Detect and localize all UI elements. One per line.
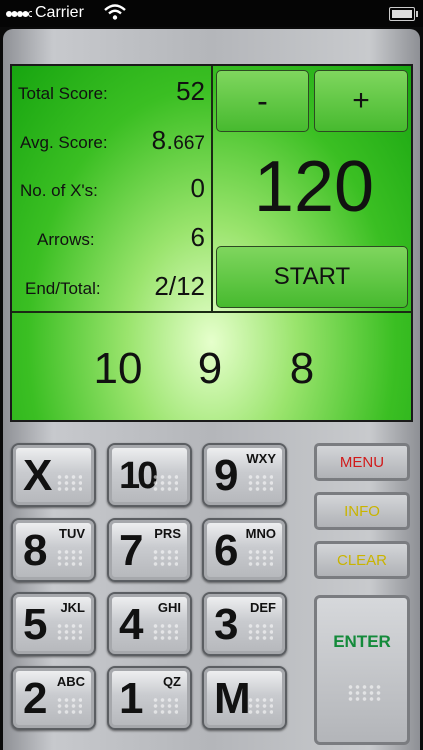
timer-value: 120 <box>253 147 375 227</box>
braille-dots-icon <box>56 697 82 715</box>
timer-decrease-button[interactable]: - <box>216 70 309 132</box>
end-total-value: 2/12 <box>154 271 205 301</box>
key-2-letters: ABC <box>56 674 85 689</box>
carrier-name: Carrier <box>35 4 84 21</box>
key-4[interactable]: 4 GHI <box>107 592 192 656</box>
braille-dots-icon <box>56 623 82 641</box>
arrow-score-2: 9 <box>197 344 223 393</box>
braille-dots-icon <box>152 623 178 641</box>
key-9-label: 9 <box>214 451 239 500</box>
key-3-label: 3 <box>214 600 239 649</box>
menu-button[interactable]: MENU <box>314 443 410 481</box>
key-1[interactable]: 1 QZ <box>107 666 192 730</box>
arrows-value: 6 <box>190 222 205 252</box>
key-6-letters: MNO <box>245 526 276 541</box>
end-total-label: End/Total: <box>25 279 101 298</box>
arrow-score-3: 8 <box>289 344 315 393</box>
key-3[interactable]: 3 DEF <box>202 592 287 656</box>
braille-dots-icon <box>347 684 383 702</box>
braille-dots-icon <box>247 697 273 715</box>
wifi-icon <box>104 4 126 20</box>
key-m-label: M <box>214 674 251 723</box>
display-divider-vertical <box>211 66 213 312</box>
key-3-letters: DEF <box>250 600 276 615</box>
braille-dots-icon <box>247 474 273 492</box>
braille-dots-icon <box>56 549 82 567</box>
key-2-label: 2 <box>23 674 48 723</box>
menu-button-label: MENU <box>339 453 385 471</box>
braille-dots-icon <box>56 474 82 492</box>
start-button[interactable]: START <box>216 246 408 308</box>
key-9[interactable]: 9 WXY <box>202 443 287 507</box>
score-display: Total Score: 52 Avg. Score: 8.667 No. of… <box>10 64 413 422</box>
battery-icon <box>389 7 418 21</box>
key-7-letters: PRS <box>154 526 181 541</box>
braille-dots-icon <box>152 474 178 492</box>
key-10-label: 10 <box>119 455 158 497</box>
key-6-label: 6 <box>214 526 239 575</box>
braille-dots-icon <box>152 549 178 567</box>
key-10[interactable]: 10 <box>107 443 192 507</box>
enter-button[interactable]: ENTER <box>314 595 410 745</box>
braille-dots-icon <box>247 549 273 567</box>
x-count-value: 0 <box>190 173 205 203</box>
key-5-label: 5 <box>23 600 48 649</box>
info-button-label: INFO <box>344 502 380 520</box>
key-4-letters: GHI <box>157 600 181 615</box>
key-9-letters: WXY <box>246 451 276 466</box>
arrows-label: Arrows: <box>37 230 95 249</box>
key-m[interactable]: M <box>202 666 287 730</box>
signal-strength-icon <box>6 11 32 17</box>
key-5[interactable]: 5 JKL <box>11 592 96 656</box>
key-1-label: 1 <box>119 674 144 723</box>
key-5-letters: JKL <box>60 600 85 615</box>
key-8-letters: TUV <box>59 526 85 541</box>
avg-score-label: Avg. Score: <box>20 133 108 152</box>
key-8-label: 8 <box>23 526 48 575</box>
enter-button-label: ENTER <box>333 632 391 651</box>
x-count-label: No. of X's: <box>20 181 98 200</box>
avg-score-value: 8.667 <box>151 125 205 155</box>
key-8[interactable]: 8 TUV <box>11 518 96 582</box>
key-6[interactable]: 6 MNO <box>202 518 287 582</box>
timer-increase-button[interactable]: + <box>314 70 408 132</box>
display-divider-horizontal <box>12 311 412 313</box>
key-x-label: X <box>23 451 53 500</box>
status-bar: Carrier <box>0 0 423 27</box>
total-score-label: Total Score: <box>18 84 108 103</box>
braille-dots-icon <box>152 697 178 715</box>
clear-button[interactable]: CLEAR <box>314 541 410 579</box>
key-7-label: 7 <box>119 526 144 575</box>
clear-button-label: CLEAR <box>336 551 388 569</box>
info-button[interactable]: INFO <box>314 492 410 530</box>
key-x[interactable]: X <box>11 443 96 507</box>
key-2[interactable]: 2 ABC <box>11 666 96 730</box>
key-1-letters: QZ <box>162 674 181 689</box>
key-7[interactable]: 7 PRS <box>107 518 192 582</box>
arrow-score-1: 10 <box>93 344 143 393</box>
key-4-label: 4 <box>119 600 144 649</box>
total-score-value: 52 <box>176 76 205 106</box>
braille-dots-icon <box>247 623 273 641</box>
